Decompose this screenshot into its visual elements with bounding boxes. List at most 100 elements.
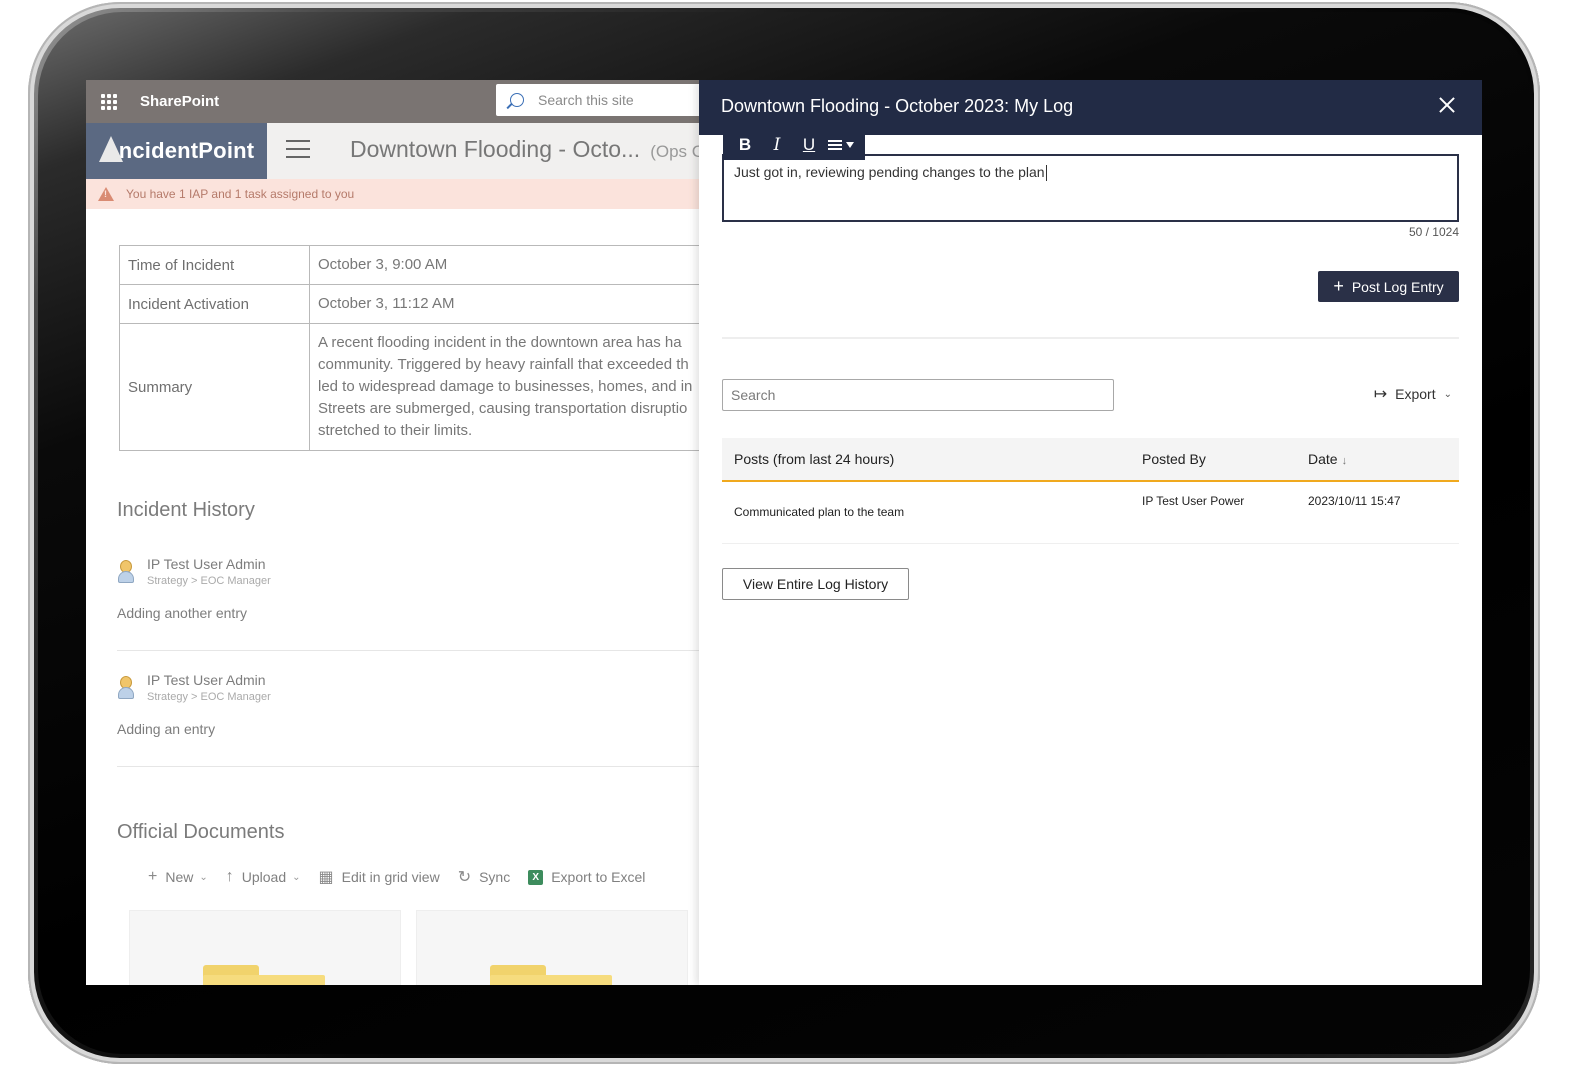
log-posted-by: IP Test User Power (1142, 494, 1245, 508)
log-date: 2023/10/11 15:47 (1308, 494, 1401, 508)
upload-button[interactable]: ↑ Upload ⌄ (226, 868, 301, 886)
summary-text: A recent flooding incident in the downto… (318, 334, 693, 439)
incidentpoint-logo[interactable]: ncidentPoint (86, 123, 267, 179)
sync-label: Sync (479, 869, 511, 885)
my-log-panel: Downtown Flooding - October 2023: My Log… (699, 80, 1482, 985)
text-cursor (1045, 165, 1047, 182)
sync-button[interactable]: ↻ Sync (458, 867, 511, 887)
folder-icon (490, 965, 612, 985)
date-column-header[interactable]: Date ↓ (1308, 451, 1347, 467)
divider (117, 766, 737, 767)
folder-icon (203, 965, 325, 985)
history-user-name[interactable]: IP Test User Admin (147, 672, 271, 688)
site-title-text: Downtown Flooding - Octo... (350, 136, 641, 162)
underline-button[interactable]: U (793, 131, 825, 159)
logo-text: ncidentPoint (118, 138, 255, 163)
incident-activation-label: Incident Activation (119, 284, 310, 324)
history-user-name[interactable]: IP Test User Admin (147, 556, 271, 572)
table-row: Time of Incident October 3, 9:00 AM (119, 245, 759, 285)
log-search-input[interactable] (722, 379, 1114, 411)
hamburger-menu-icon[interactable] (286, 140, 310, 160)
incident-history-heading: Incident History (117, 499, 255, 521)
incident-activation-value: October 3, 11:12 AM (309, 284, 759, 324)
new-label: New (165, 869, 194, 885)
summary-label: Summary (119, 323, 310, 451)
chevron-down-icon: ⌄ (199, 871, 208, 883)
site-title-suffix: (Ops C (650, 142, 705, 161)
chevron-down-icon: ⌄ (1443, 388, 1452, 400)
history-user-role: Strategy > EOC Manager (147, 575, 271, 587)
site-search-placeholder: Search this site (538, 92, 634, 108)
upload-icon: ↑ (225, 868, 234, 885)
log-entry-input[interactable]: Just got in, reviewing pending changes t… (722, 154, 1459, 222)
history-user: IP Test User Admin Strategy > EOC Manage… (117, 672, 717, 703)
history-entry: IP Test User Admin Strategy > EOC Manage… (117, 672, 717, 737)
divider (722, 337, 1459, 339)
close-icon[interactable] (1436, 94, 1458, 116)
history-user-role: Strategy > EOC Manager (147, 691, 271, 703)
edit-grid-label: Edit in grid view (341, 869, 440, 885)
grid-icon: ▦ (318, 869, 334, 886)
log-entry-text: Just got in, reviewing pending changes t… (734, 164, 1045, 180)
history-user: IP Test User Admin Strategy > EOC Manage… (117, 556, 717, 587)
sort-down-icon: ↓ (1341, 455, 1348, 467)
folder-tile[interactable] (416, 910, 688, 985)
plus-icon: + (1333, 276, 1344, 296)
table-row[interactable]: Communicated plan to the team IP Test Us… (722, 482, 1459, 544)
list-button[interactable] (825, 131, 857, 159)
posts-column-header[interactable]: Posts (from last 24 hours) (734, 451, 894, 467)
history-entry: IP Test User Admin Strategy > EOC Manage… (117, 556, 717, 621)
avatar (117, 676, 135, 700)
bold-button[interactable]: B (729, 131, 761, 159)
date-header-label: Date (1308, 451, 1338, 467)
alert-bar: You have 1 IAP and 1 task assigned to yo… (86, 179, 786, 209)
post-log-entry-label: Post Log Entry (1351, 278, 1444, 295)
sync-icon: ↻ (457, 869, 472, 886)
divider (117, 650, 737, 651)
site-title: Downtown Flooding - Octo... (Ops C (350, 136, 704, 163)
time-of-incident-label: Time of Incident (119, 245, 310, 285)
summary-value: A recent flooding incident in the downto… (309, 323, 759, 451)
caret-down-icon (846, 142, 854, 148)
avatar (117, 560, 135, 584)
folder-tile[interactable] (129, 910, 401, 985)
log-post-text: Communicated plan to the team (734, 505, 905, 519)
list-icon (828, 138, 842, 152)
warning-icon (98, 187, 114, 201)
screen: SharePoint Search this site ncidentPoint… (86, 80, 1482, 985)
export-to-excel-button[interactable]: X Export to Excel (528, 869, 645, 885)
documents-toolbar: + New ⌄ ↑ Upload ⌄ ▦ Edit in grid view ↻… (148, 867, 663, 887)
export-arrow-icon: ↦ (1373, 386, 1388, 403)
panel-header: Downtown Flooding - October 2023: My Log (699, 80, 1482, 135)
site-search[interactable]: Search this site (496, 84, 716, 116)
italic-button[interactable]: I (761, 131, 793, 159)
rich-text-toolbar: B I U (723, 130, 865, 160)
logo-triangle-icon (98, 136, 123, 162)
excel-icon: X (528, 869, 544, 885)
character-count: 50 / 1024 (1408, 225, 1459, 239)
post-log-entry-button[interactable]: + Post Log Entry (1318, 271, 1459, 302)
upload-label: Upload (241, 869, 287, 885)
history-entry-text: Adding another entry (117, 605, 247, 621)
search-icon (510, 93, 524, 107)
official-documents-heading: Official Documents (117, 821, 285, 843)
new-button[interactable]: + New ⌄ (148, 868, 208, 886)
table-row: Summary A recent flooding incident in th… (119, 323, 759, 451)
view-entire-log-history-button[interactable]: View Entire Log History (722, 568, 909, 600)
export-button[interactable]: ↦ Export ⌄ (1374, 384, 1452, 404)
history-entry-text: Adding an entry (117, 721, 216, 737)
export-excel-label: Export to Excel (551, 869, 646, 885)
panel-title: Downtown Flooding - October 2023: My Log (721, 96, 1074, 116)
app-launcher-icon[interactable] (86, 80, 132, 123)
chevron-down-icon: ⌄ (292, 871, 301, 883)
edit-grid-view-button[interactable]: ▦ Edit in grid view (319, 867, 440, 887)
sharepoint-title[interactable]: SharePoint (140, 93, 219, 110)
time-of-incident-value: October 3, 9:00 AM (309, 245, 759, 285)
export-label: Export (1395, 386, 1436, 402)
posted-by-column-header[interactable]: Posted By (1142, 451, 1206, 467)
plus-icon: + (148, 868, 158, 885)
site-header: ncidentPoint Downtown Flooding - Octo...… (86, 123, 786, 179)
incident-info-table: Time of Incident October 3, 9:00 AM Inci… (119, 245, 759, 451)
alert-text[interactable]: You have 1 IAP and 1 task assigned to yo… (126, 187, 354, 201)
table-row: Incident Activation October 3, 11:12 AM (119, 284, 759, 324)
